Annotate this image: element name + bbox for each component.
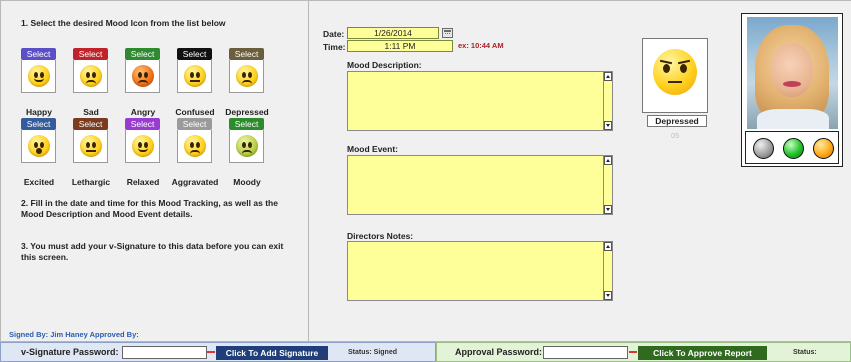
green-status-light-icon[interactable]	[783, 138, 804, 159]
mood-card[interactable]	[229, 60, 264, 93]
mood-card[interactable]	[73, 130, 108, 163]
instruction-step-1: 1. Select the desired Mood Icon from the…	[21, 18, 226, 28]
connector-dash	[629, 351, 637, 353]
mood-select-button[interactable]: Select	[125, 118, 160, 130]
confused-face-icon	[184, 65, 206, 87]
mood-happy[interactable]: Select Happy	[21, 48, 57, 117]
mood-label: Depressed	[225, 107, 269, 117]
mood-aggravated[interactable]: Select Aggravated	[172, 118, 218, 187]
mood-card[interactable]	[125, 130, 160, 163]
status-lights	[745, 131, 839, 164]
approval-status: Status:	[793, 349, 817, 356]
time-label: Time:	[323, 42, 346, 52]
mood-card[interactable]	[73, 60, 108, 93]
moody-face-icon	[236, 135, 258, 157]
mood-card[interactable]	[177, 60, 212, 93]
excited-face-icon	[28, 135, 50, 157]
selected-mood-code: 05	[671, 131, 680, 140]
mood-description-label: Mood Description:	[347, 60, 422, 70]
calendar-icon[interactable]	[442, 28, 453, 38]
mood-select-button[interactable]: Select	[229, 118, 264, 130]
mood-description-textarea[interactable]	[347, 71, 613, 131]
mood-card[interactable]	[177, 130, 212, 163]
time-field[interactable]: 1:11 PM	[347, 40, 453, 52]
scroll-down-icon[interactable]	[604, 205, 612, 214]
mood-angry[interactable]: Select Angry	[125, 48, 161, 117]
mood-event-label: Mood Event:	[347, 144, 398, 154]
date-label: Date:	[323, 29, 345, 39]
resident-photo	[747, 17, 838, 129]
mood-label: Moody	[233, 177, 261, 187]
signature-password-input[interactable]	[122, 346, 207, 359]
scroll-up-icon[interactable]	[604, 72, 612, 81]
selected-mood-display	[642, 38, 708, 113]
resident-photo-frame	[741, 13, 843, 167]
mood-card[interactable]	[21, 130, 56, 163]
date-field[interactable]: 1/26/2014	[347, 27, 439, 39]
aggravated-face-icon	[184, 135, 206, 157]
directors-notes-scrollbar[interactable]	[603, 242, 612, 300]
depressed-face-icon	[653, 49, 697, 95]
selected-mood-name: Depressed	[647, 115, 707, 127]
mood-entry-form: Date: 1/26/2014 Time: 1:11 PM ex: 10:44 …	[309, 0, 851, 342]
scroll-down-icon[interactable]	[604, 291, 612, 300]
sad-face-icon	[80, 65, 102, 87]
time-example-hint: ex: 10:44 AM	[458, 41, 504, 50]
directors-notes-label: Directors Notes:	[347, 231, 414, 241]
depressed-face-icon	[236, 65, 258, 87]
orange-status-light-icon[interactable]	[813, 138, 834, 159]
mood-confused[interactable]: Select Confused	[175, 48, 215, 117]
signature-password-label: v-Signature Password:	[21, 347, 119, 357]
connector-dash	[207, 351, 215, 353]
mood-select-button[interactable]: Select	[21, 48, 56, 60]
add-signature-button[interactable]: Click To Add Signature	[216, 346, 328, 360]
signature-bar: v-Signature Password: Click To Add Signa…	[0, 342, 436, 362]
approval-password-input[interactable]	[543, 346, 628, 359]
gray-status-light-icon[interactable]	[753, 138, 774, 159]
mood-select-button[interactable]: Select	[21, 118, 56, 130]
mood-select-button[interactable]: Select	[229, 48, 264, 60]
mood-select-button[interactable]: Select	[73, 118, 108, 130]
mood-select-button[interactable]: Select	[73, 48, 108, 60]
mood-event-scrollbar[interactable]	[603, 156, 612, 214]
mood-event-textarea[interactable]	[347, 155, 613, 215]
signature-status: Status: Signed	[348, 349, 398, 356]
happy-face-icon	[28, 65, 50, 87]
mood-card[interactable]	[21, 60, 56, 93]
mood-card[interactable]	[125, 60, 160, 93]
mood-excited[interactable]: Select Excited	[21, 118, 57, 187]
instruction-step-3: 3. You must add your v-Signature to this…	[21, 241, 284, 262]
angry-face-icon	[132, 65, 154, 87]
mood-selection-panel: 1. Select the desired Mood Icon from the…	[0, 0, 309, 342]
signed-by-line: Signed By: Jim Haney Approved By:	[9, 330, 139, 339]
scroll-down-icon[interactable]	[604, 121, 612, 130]
lethargic-face-icon	[80, 135, 102, 157]
mood-relaxed[interactable]: Select Relaxed	[125, 118, 161, 187]
mood-depressed[interactable]: Select Depressed	[225, 48, 269, 117]
mood-sad[interactable]: Select Sad	[73, 48, 109, 117]
approval-password-label: Approval Password:	[455, 347, 543, 357]
scroll-up-icon[interactable]	[604, 156, 612, 165]
mood-moody[interactable]: Select Moody	[229, 118, 265, 187]
mood-select-button[interactable]: Select	[177, 118, 212, 130]
mood-select-button[interactable]: Select	[177, 48, 212, 60]
scroll-up-icon[interactable]	[604, 242, 612, 251]
mood-lethargic[interactable]: Select Lethargic	[72, 118, 110, 187]
directors-notes-textarea[interactable]	[347, 241, 613, 301]
approval-bar: Approval Password: Click To Approve Repo…	[436, 342, 851, 362]
mood-description-scrollbar[interactable]	[603, 72, 612, 130]
mood-card[interactable]	[229, 130, 264, 163]
relaxed-face-icon	[132, 135, 154, 157]
instruction-step-2: 2. Fill in the date and time for this Mo…	[21, 198, 278, 219]
mood-select-button[interactable]: Select	[125, 48, 160, 60]
approve-report-button[interactable]: Click To Approve Report	[638, 346, 767, 360]
